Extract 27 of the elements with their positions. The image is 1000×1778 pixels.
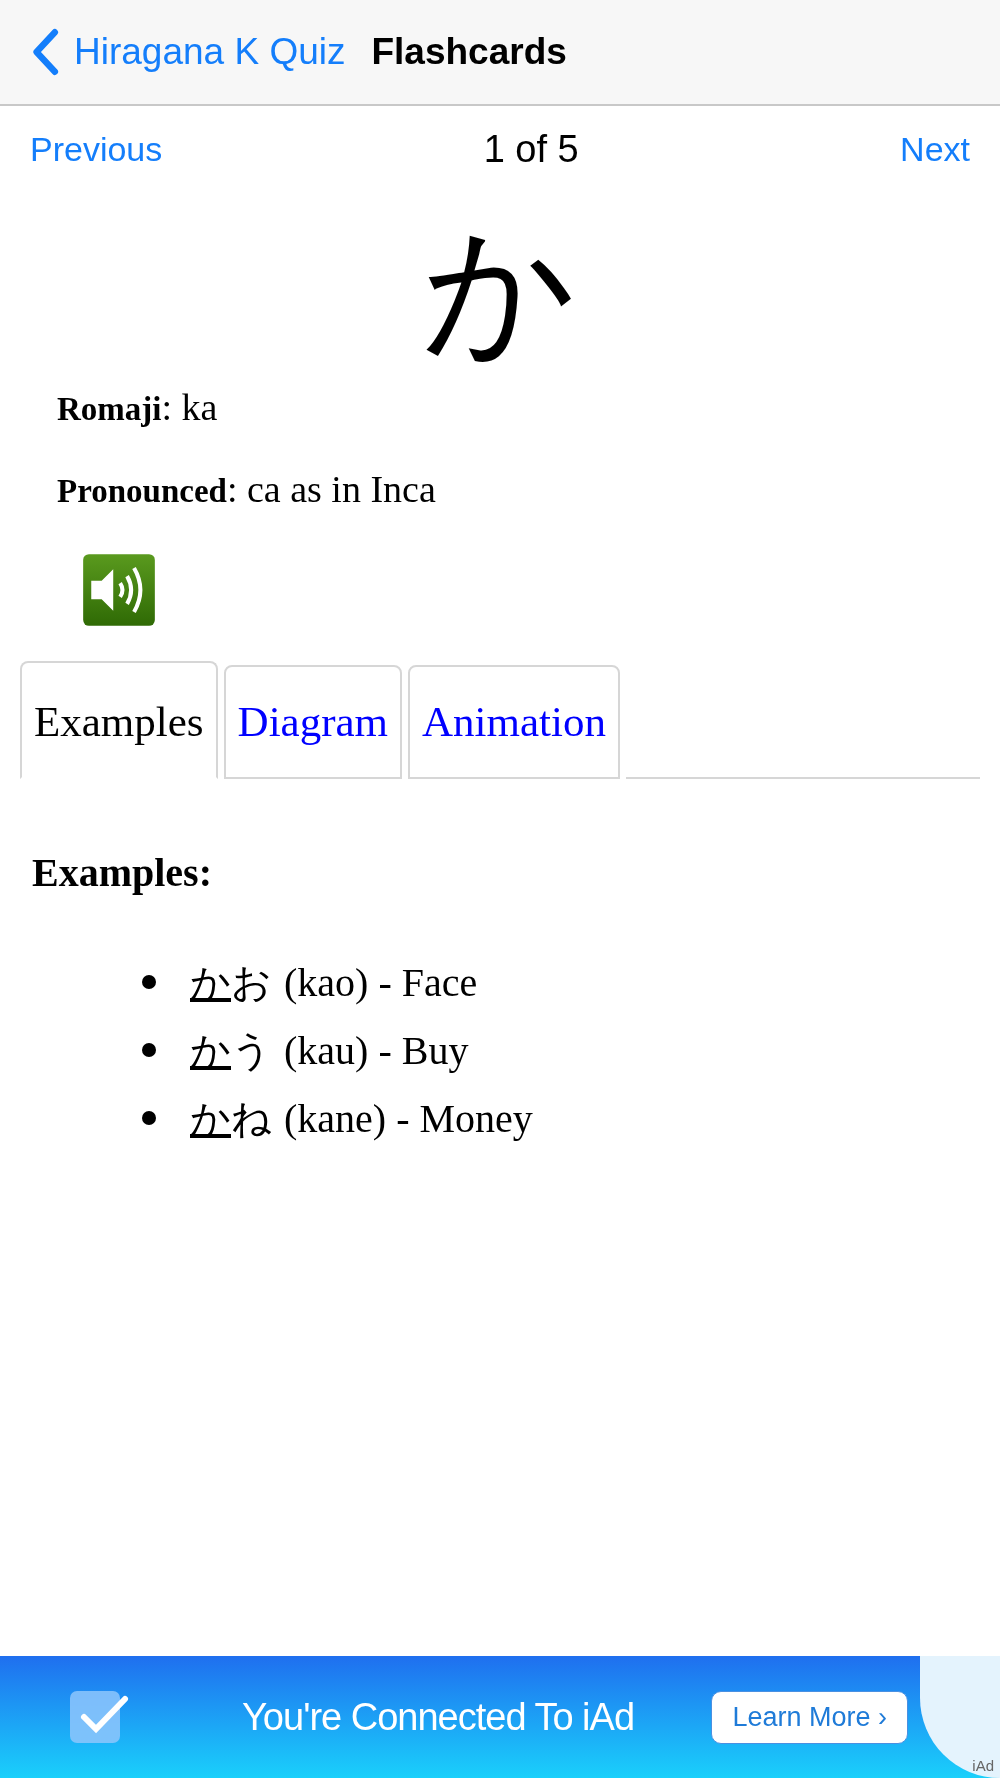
iad-label: iAd bbox=[972, 1757, 994, 1774]
previous-link[interactable]: Previous bbox=[30, 130, 163, 169]
tab[interactable]: Animation bbox=[408, 665, 620, 779]
ad-message: You're Connected To iAd bbox=[242, 1695, 634, 1739]
example-word: かう bbox=[190, 1025, 272, 1075]
ad-banner[interactable]: You're Connected To iAd Learn More › iAd bbox=[0, 1656, 1000, 1778]
bullet-icon bbox=[142, 975, 156, 989]
bullet-icon bbox=[142, 1111, 156, 1125]
back-chevron-icon bbox=[30, 28, 60, 76]
example-word: かお bbox=[190, 957, 272, 1007]
detail-line: Pronounced: ca as in Inca bbox=[57, 467, 437, 511]
kana-character: か bbox=[423, 201, 577, 378]
example-meaning: (kau) - Buy bbox=[284, 1026, 469, 1074]
card-position: 1 of 5 bbox=[483, 128, 579, 171]
example-meaning: (kao) - Face bbox=[284, 958, 478, 1006]
example-meaning: (kane) - Money bbox=[284, 1094, 533, 1142]
example-word: かね bbox=[190, 1093, 272, 1143]
detail-line: Romaji: ka bbox=[57, 385, 219, 429]
bullet-icon bbox=[142, 1043, 156, 1057]
examples-heading: Examples: bbox=[32, 849, 213, 896]
back-button[interactable]: Hiragana K Quiz bbox=[30, 28, 346, 76]
tab[interactable]: Examples bbox=[20, 661, 218, 779]
next-link[interactable]: Next bbox=[900, 130, 970, 169]
nav-title: Flashcards bbox=[371, 31, 567, 73]
tab[interactable]: Diagram bbox=[223, 665, 402, 779]
learn-more-button[interactable]: Learn More › bbox=[711, 1690, 908, 1744]
speaker-icon[interactable] bbox=[82, 553, 156, 627]
